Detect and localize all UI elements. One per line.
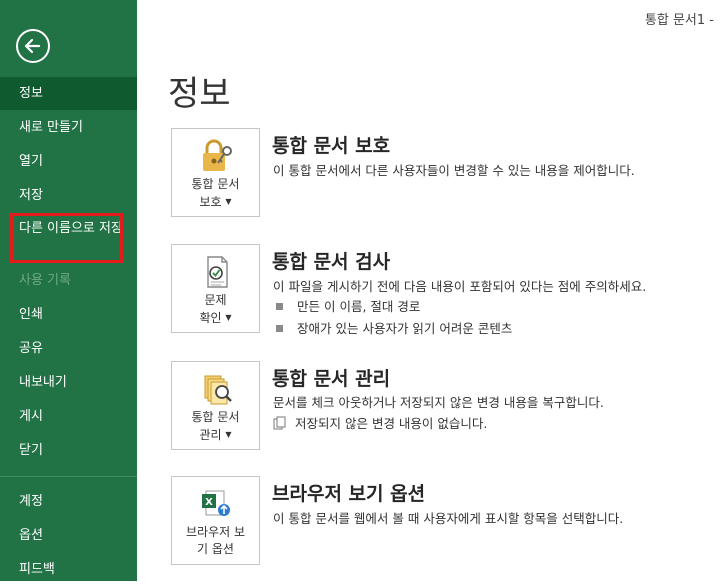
svg-text:X: X — [205, 497, 213, 508]
nav-feedback[interactable]: 피드백 — [0, 553, 137, 586]
page-title: 정보 — [168, 74, 231, 114]
window-title: 통합 문서1 - — [644, 13, 714, 28]
manage-workbook-label: 통합 문서 관리 ▼ — [191, 410, 240, 442]
nav-new[interactable]: 새로 만들기 — [0, 111, 137, 144]
manage-workbook-desc: 문서를 체크 아웃하거나 저장되지 않은 변경 내용을 복구합니다. — [273, 395, 604, 410]
nav-options[interactable]: 옵션 — [0, 519, 137, 552]
protect-workbook-button[interactable]: 통합 문서 보호 ▼ — [171, 128, 260, 217]
inspect-bullet-accessibility: 장애가 있는 사용자가 읽기 어려운 콘텐츠 — [276, 318, 512, 337]
inspect-document-icon — [206, 256, 228, 288]
browser-view-options-label: 브라우저 보 기 옵션 — [185, 525, 245, 556]
document-copy-icon — [273, 416, 286, 430]
lock-key-icon — [202, 139, 232, 171]
browser-view-options-button[interactable]: X 브라우저 보 기 옵션 — [171, 476, 260, 565]
sidebar-divider — [0, 476, 137, 477]
nav-open[interactable]: 열기 — [0, 145, 137, 178]
nav-save-as[interactable]: 다른 이름으로 저장 — [0, 213, 137, 263]
bullet-square-icon — [276, 325, 283, 332]
inspect-workbook-desc: 이 파일을 게시하기 전에 다음 내용이 포함되어 있다는 점에 주의하세요. — [273, 279, 647, 294]
nav-info[interactable]: 정보 — [0, 77, 137, 110]
bullet-square-icon — [276, 303, 283, 310]
protect-workbook-title: 통합 문서 보호 — [272, 135, 391, 157]
back-arrow-icon — [24, 38, 41, 54]
dropdown-caret-icon: ▼ — [225, 197, 232, 206]
nav-print[interactable]: 인쇄 — [0, 298, 137, 331]
inspect-workbook-title: 통합 문서 검사 — [272, 251, 391, 273]
check-issues-button[interactable]: 문제 확인 ▼ — [171, 244, 260, 333]
back-button[interactable] — [16, 29, 50, 63]
protect-workbook-label: 통합 문서 보호 ▼ — [191, 177, 240, 209]
inspect-bullet-author: 만든 이 이름, 절대 경로 — [276, 296, 420, 315]
excel-browser-icon: X — [201, 490, 230, 516]
nav-account[interactable]: 계정 — [0, 485, 137, 518]
nav-history: 사용 기록 — [19, 273, 71, 288]
manage-workbook-note: 저장되지 않은 변경 내용이 없습니다. — [273, 413, 487, 432]
nav-publish[interactable]: 게시 — [0, 400, 137, 433]
dropdown-caret-icon: ▼ — [225, 430, 232, 439]
dropdown-caret-icon: ▼ — [225, 313, 232, 322]
manage-workbook-title: 통합 문서 관리 — [272, 368, 391, 390]
nav-close[interactable]: 닫기 — [0, 434, 137, 467]
manage-workbook-button[interactable]: 통합 문서 관리 ▼ — [171, 361, 260, 450]
protect-workbook-desc: 이 통합 문서에서 다른 사용자들이 변경할 수 있는 내용을 제어합니다. — [273, 163, 635, 178]
browser-view-options-title: 브라우저 보기 옵션 — [272, 483, 426, 505]
nav-export[interactable]: 내보내기 — [0, 366, 137, 399]
nav-share[interactable]: 공유 — [0, 332, 137, 365]
check-issues-label: 문제 확인 ▼ — [199, 293, 232, 325]
nav-save[interactable]: 저장 — [0, 179, 137, 212]
browser-view-options-desc: 이 통합 문서를 웹에서 볼 때 사용자에게 표시할 항목을 선택합니다. — [273, 511, 624, 526]
backstage-sidebar: 정보 새로 만들기 열기 저장 다른 이름으로 저장 사용 기록 인쇄 공유 내… — [0, 0, 137, 581]
manage-workbook-icon — [204, 375, 232, 405]
